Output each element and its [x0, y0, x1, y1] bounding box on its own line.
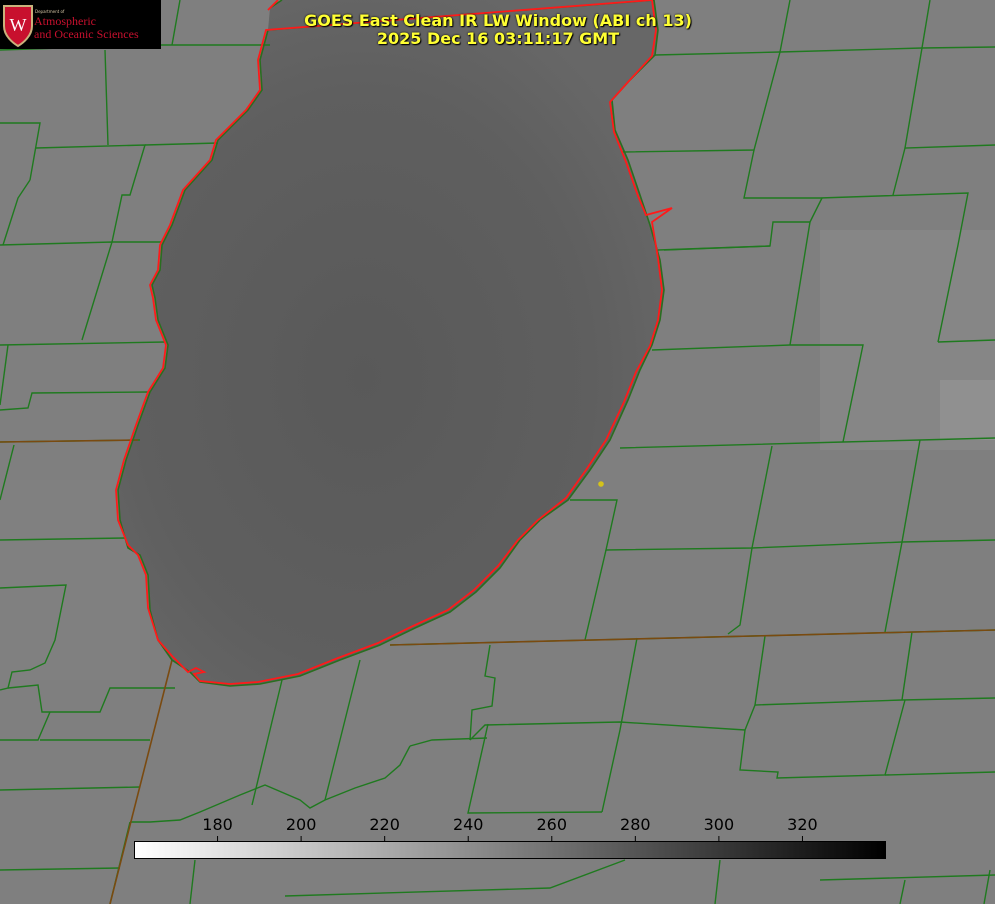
uw-crest-icon: W — [3, 5, 33, 48]
colorbar-tick-label: 260 — [536, 815, 568, 834]
colorbar — [134, 841, 886, 859]
logo-line-2: and Oceanic Sciences — [34, 27, 139, 41]
image-title-line-1: GOES East Clean IR LW Window (ABI ch 13) — [304, 11, 692, 30]
satellite-map — [0, 0, 995, 904]
image-title-line-2: 2025 Dec 16 03:11:17 GMT — [376, 29, 620, 48]
colorbar-tick-label: 180 — [202, 815, 233, 834]
yellow-point-marker — [598, 481, 604, 487]
colorbar-tick-label: 280 — [620, 815, 651, 834]
svg-text:W: W — [10, 15, 27, 35]
colorbar-tick-label: 200 — [285, 815, 317, 834]
uw-aos-logo: W Department of Atmospheric and Oceanic … — [0, 0, 161, 49]
colorbar-tick-label: 240 — [452, 815, 484, 834]
colorbar-tick-label: 300 — [703, 815, 735, 834]
land-texture — [940, 380, 995, 440]
colorbar-tick-label: 320 — [787, 815, 818, 834]
colorbar-tick-label: 220 — [369, 815, 400, 834]
